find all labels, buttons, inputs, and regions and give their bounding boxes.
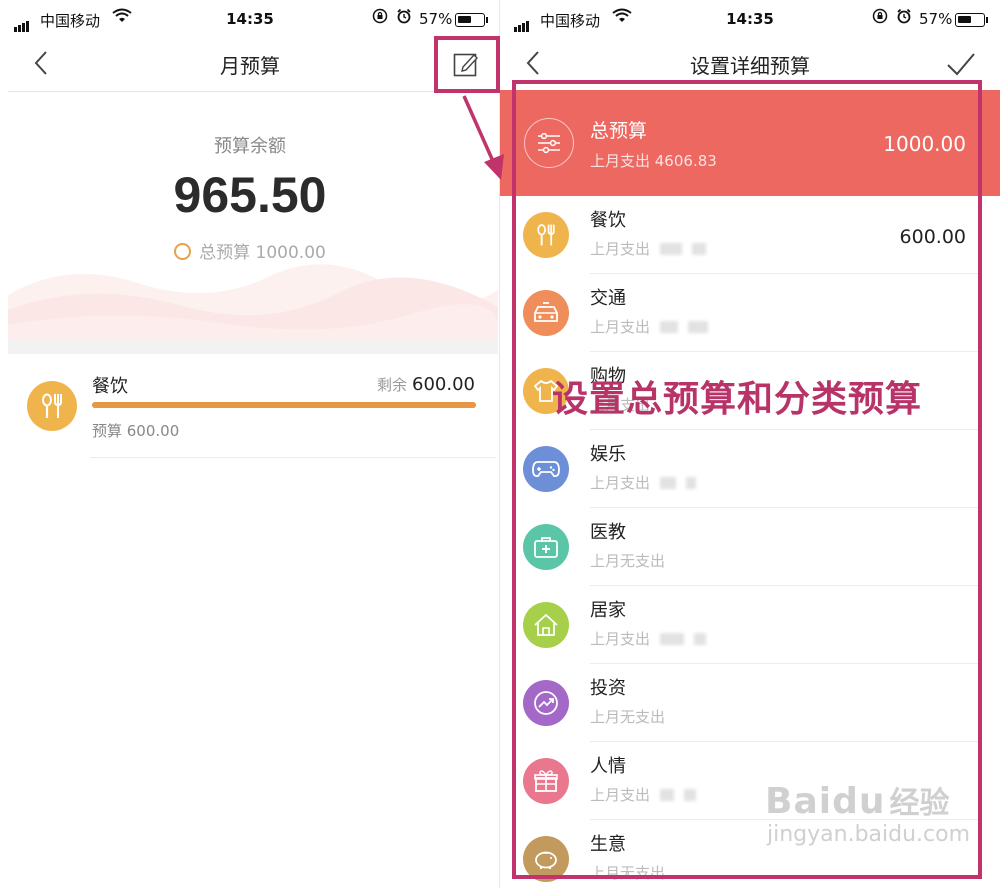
pointer-arrow-icon xyxy=(462,95,504,180)
budget-progress-fill xyxy=(92,402,476,408)
watermark-brand: Baidu xyxy=(765,781,886,822)
category-budget-item[interactable]: 餐饮 剩余 600.00 预算 600.00 xyxy=(0,360,500,460)
category-remaining: 剩余 600.00 xyxy=(377,374,475,395)
category-budget-text: 预算 600.00 xyxy=(92,422,180,440)
battery-icon xyxy=(955,13,985,27)
rotation-lock-icon xyxy=(372,8,388,28)
category-name: 餐饮 xyxy=(92,376,128,397)
nav-bar: 月预算 xyxy=(0,40,500,92)
battery-tip xyxy=(486,17,488,23)
battery-tip xyxy=(986,17,988,23)
balance-label: 预算余额 xyxy=(214,136,286,157)
watermark-jingyan: 经验 xyxy=(889,786,950,821)
monthly-budget-screen: 中国移动 14:35 57% 月预算 预算余额 965.50 总预算 1000.… xyxy=(0,0,500,888)
remaining-label: 剩余 xyxy=(377,376,408,394)
alarm-icon xyxy=(896,8,912,28)
annotation-caption: 设置总预算和分类预算 xyxy=(552,379,923,420)
alarm-icon xyxy=(396,8,412,28)
page-title: 月预算 xyxy=(220,54,280,78)
edit-highlight-box xyxy=(434,36,500,93)
item-divider xyxy=(90,457,496,458)
checkmark-icon[interactable] xyxy=(945,50,977,78)
status-bar: 中国移动 14:35 57% xyxy=(500,0,1000,40)
budget-progress-bar xyxy=(92,402,476,408)
page-title: 设置详细预算 xyxy=(690,54,810,78)
battery-percent: 57% xyxy=(419,10,453,28)
nav-divider xyxy=(8,91,498,92)
watermark-url: jingyan.baidu.com xyxy=(767,822,971,847)
wave-decoration xyxy=(8,264,498,341)
remaining-value: 600.00 xyxy=(412,374,475,395)
baidu-jingyan-watermark: Baidu 经验 jingyan.baidu.com xyxy=(765,778,970,847)
status-bar: 中国移动 14:35 57% xyxy=(0,0,500,40)
battery-icon xyxy=(455,13,485,27)
budget-list-highlight-box xyxy=(512,80,982,879)
fork-spoon-icon xyxy=(27,381,77,431)
section-separator xyxy=(8,340,498,354)
balance-value: 965.50 xyxy=(173,167,327,223)
rotation-lock-icon xyxy=(872,8,888,28)
battery-percent: 57% xyxy=(919,10,953,28)
